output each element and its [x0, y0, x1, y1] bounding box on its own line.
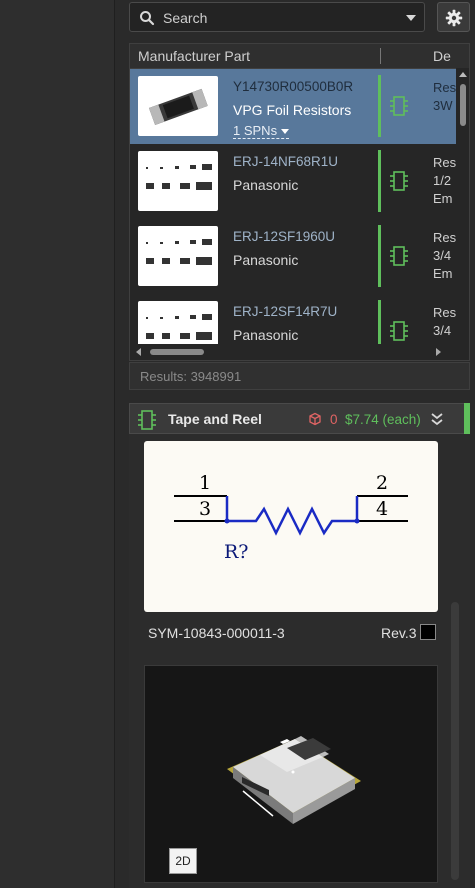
component-icon [390, 96, 408, 116]
chevron-down-icon[interactable] [406, 15, 416, 21]
settings-button[interactable] [437, 2, 470, 32]
detail-body: 1 3 2 4 R? SYM-10843-000011-3 Rev.3 2D [129, 434, 470, 888]
availability-bar [378, 225, 381, 287]
search-placeholder: Search [163, 10, 208, 26]
scrollbar-thumb[interactable] [150, 349, 204, 355]
manufacturer: Panasonic [233, 252, 299, 268]
scroll-right-arrow-icon[interactable] [436, 348, 441, 356]
table-header: Manufacturer Part De [130, 44, 469, 69]
unit-price: $7.74 (each) [345, 412, 421, 427]
components-panel: Search Manufacturer Part De Y14730R00500… [115, 0, 475, 888]
scrollbar-thumb[interactable] [460, 84, 466, 126]
2d-view-toggle-button[interactable]: 2D [169, 848, 197, 874]
results-table: Manufacturer Part De Y14730R00500B0R VPG… [129, 43, 470, 361]
column-divider[interactable] [380, 48, 381, 64]
availability-bar [378, 150, 381, 212]
designator-label: R? [224, 541, 249, 563]
manufacturer: VPG Foil Resistors [233, 102, 352, 118]
part-thumbnail [138, 151, 218, 211]
double-chevron-down-icon[interactable] [430, 411, 444, 427]
part-number[interactable]: ERJ-12SF1960U [233, 229, 335, 244]
footprint-3d-preview[interactable]: 2D [144, 665, 438, 883]
symbol-id[interactable]: SYM-10843-000011-3 [148, 625, 285, 641]
schematic-symbol-preview[interactable]: 1 3 2 4 R? [144, 441, 438, 612]
column-header-description[interactable]: De [433, 48, 451, 64]
chevron-down-icon [281, 129, 290, 135]
revision-label: Rev.3 [381, 625, 417, 641]
results-count: Results: 3948991 [140, 369, 242, 384]
description: Res 1/2 Em [433, 155, 457, 206]
scroll-left-arrow-icon[interactable] [136, 348, 141, 356]
detail-vertical-scrollbar[interactable] [451, 602, 459, 880]
scroll-up-arrow-icon[interactable] [459, 72, 467, 77]
spn-dropdown[interactable]: 1 SPNs [233, 123, 290, 139]
component-icon [138, 410, 156, 430]
table-row[interactable]: Y14730R00500B0R VPG Foil Resistors 1 SPN… [130, 69, 456, 144]
packaging-title: Tape and Reel [168, 411, 262, 427]
component-icon [390, 171, 408, 191]
description: Res 3/4 [433, 305, 457, 338]
pin-label: 2 [376, 472, 388, 494]
part-thumbnail [138, 226, 218, 286]
part-number[interactable]: Y14730R00500B0R [233, 79, 353, 94]
detail-header[interactable]: Tape and Reel 0 $7.74 (each) [129, 403, 470, 434]
manufacturer: Panasonic [233, 177, 299, 193]
part-number[interactable]: ERJ-14NF68R1U [233, 154, 338, 169]
spn-label: 1 SPNs [233, 123, 278, 138]
pin-label: 3 [199, 498, 211, 520]
manufacturer: Panasonic [233, 327, 299, 343]
description: Res 3/4 Em [433, 230, 457, 281]
availability-bar [378, 75, 381, 137]
table-vertical-scrollbar[interactable] [456, 68, 469, 344]
pin-label: 1 [199, 472, 211, 494]
pin-label: 4 [376, 498, 388, 520]
left-sidebar [0, 0, 115, 888]
stock-count: 0 [330, 412, 338, 427]
resistor-symbol: 1 3 2 4 R? [174, 472, 408, 563]
table-row[interactable]: ERJ-14NF68R1U Panasonic Res 1/2 Em [130, 144, 456, 219]
search-input[interactable]: Search [129, 2, 425, 32]
component-icon [390, 321, 408, 341]
component-icon [390, 246, 408, 266]
column-header-part[interactable]: Manufacturer Part [138, 48, 250, 64]
results-count-bar: Results: 3948991 [129, 362, 470, 390]
cube-icon [309, 412, 321, 426]
search-icon [140, 11, 155, 26]
revision-status-indicator [420, 624, 436, 640]
part-number[interactable]: ERJ-12SF14R7U [233, 304, 337, 319]
description: Res 3W [433, 80, 457, 113]
gear-icon [445, 9, 463, 27]
table-horizontal-scrollbar[interactable] [130, 344, 456, 360]
table-row[interactable]: ERJ-12SF1960U Panasonic Res 3/4 Em [130, 219, 456, 294]
part-thumbnail [138, 76, 218, 136]
availability-strip [464, 403, 470, 434]
